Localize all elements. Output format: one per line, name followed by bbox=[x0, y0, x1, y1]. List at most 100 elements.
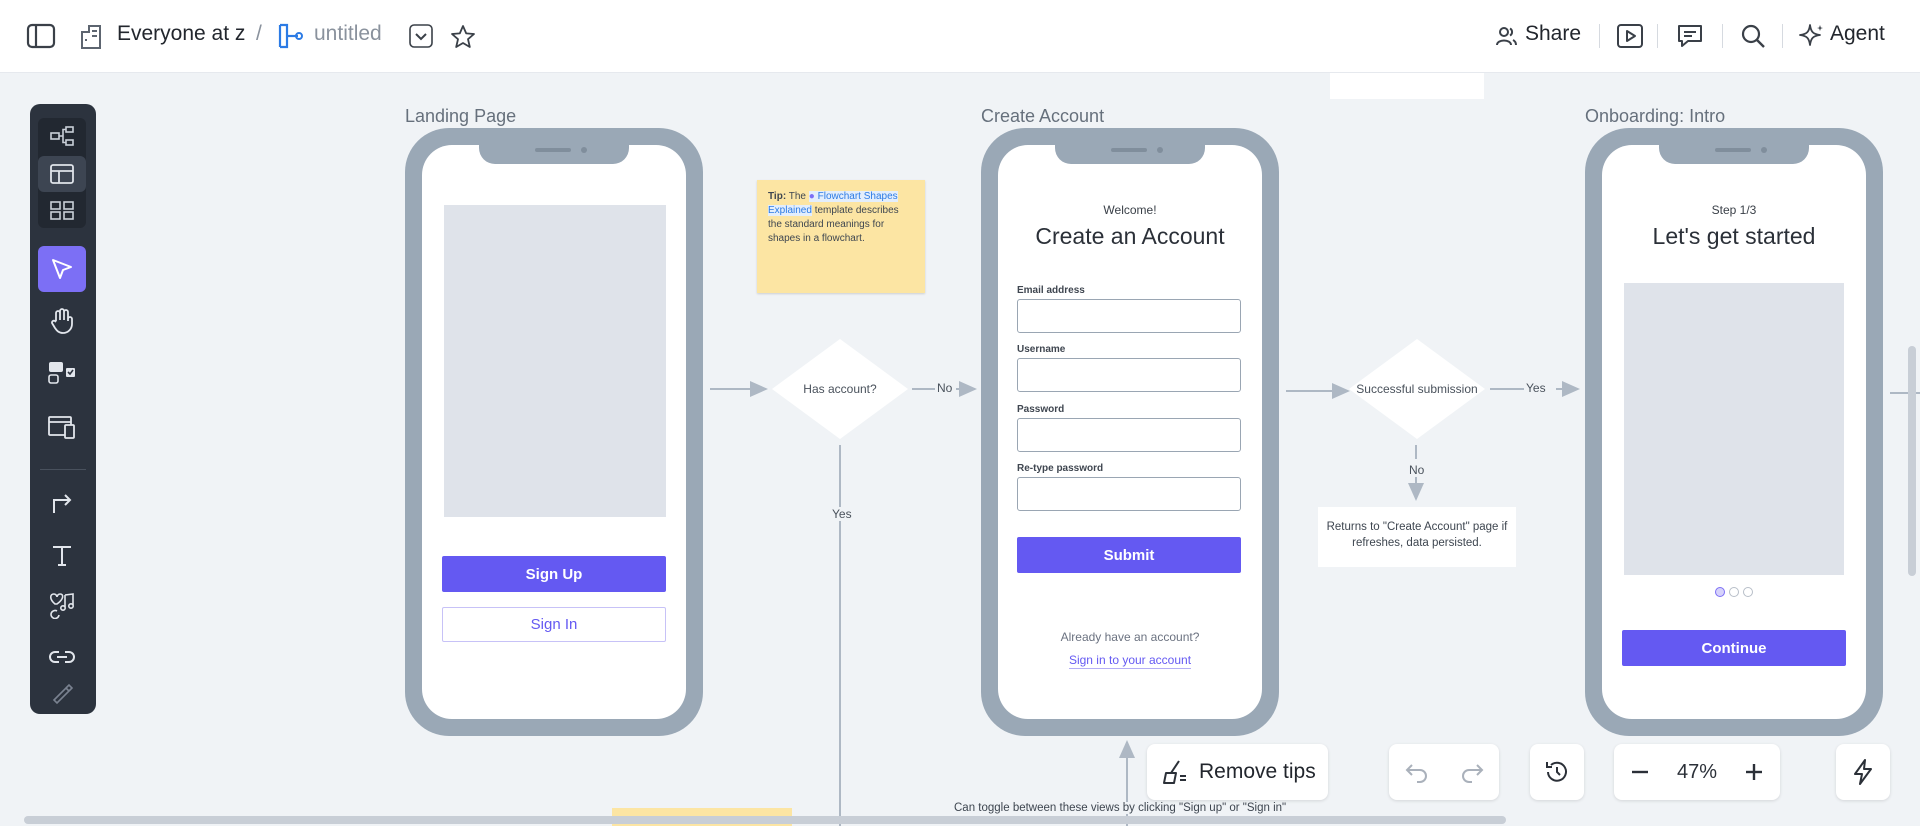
email-label: Email address bbox=[1017, 285, 1085, 296]
zoom-in-icon[interactable] bbox=[1728, 761, 1780, 783]
text-tool-icon[interactable] bbox=[38, 532, 86, 578]
connector-arrow-icon[interactable] bbox=[38, 480, 86, 526]
signin-link-wrap: Sign in to your account bbox=[998, 653, 1262, 669]
edge-label-no: No bbox=[1407, 463, 1427, 477]
zoom-level[interactable]: 47% bbox=[1666, 761, 1728, 784]
create-account-heading: Create an Account bbox=[1035, 223, 1225, 249]
select-pointer-icon[interactable] bbox=[38, 246, 86, 292]
share-button[interactable]: Share bbox=[1525, 22, 1581, 46]
signin-link[interactable]: Sign in to your account bbox=[1068, 653, 1192, 669]
document-flow-icon bbox=[276, 22, 304, 50]
phone-frame-onboarding[interactable]: Step 1/3 Let's get started Continue bbox=[1585, 128, 1883, 736]
workspace-name[interactable]: Everyone at z bbox=[117, 22, 245, 46]
remove-tips-label: Remove tips bbox=[1199, 760, 1316, 783]
document-title[interactable]: untitled bbox=[314, 22, 382, 46]
tip-sticky-note[interactable]: Tip: The ● Flowchart Shapes Explained te… bbox=[757, 180, 925, 293]
onboarding-image-placeholder bbox=[1624, 283, 1844, 575]
username-field[interactable] bbox=[1017, 358, 1241, 392]
continue-button[interactable]: Continue bbox=[1622, 630, 1846, 666]
edge-label-no: No bbox=[935, 381, 955, 395]
welcome-text: Welcome! bbox=[1103, 203, 1157, 217]
edge-label-yes: Yes bbox=[830, 507, 854, 521]
board-canvas[interactable]: Landing Page Sign Up Sign In Tip: The ● … bbox=[0, 73, 1920, 826]
pen-tool-icon[interactable] bbox=[38, 672, 86, 712]
agent-button[interactable]: Agent bbox=[1830, 22, 1885, 46]
phone-notch bbox=[1659, 128, 1809, 164]
top-bar: Everyone at z / untitled Share Agent bbox=[0, 0, 1920, 73]
diagram-view-icon[interactable] bbox=[38, 118, 86, 154]
frame-title-onboarding[interactable]: Onboarding: Intro bbox=[1585, 106, 1725, 127]
frame-title-landing[interactable]: Landing Page bbox=[405, 106, 516, 127]
toggle-caption: Can toggle between these views by clicki… bbox=[952, 802, 1289, 814]
phone-notch bbox=[479, 128, 629, 164]
undo-icon[interactable] bbox=[1389, 761, 1444, 783]
board-view-icon[interactable] bbox=[38, 192, 86, 228]
username-label: Username bbox=[1017, 344, 1066, 355]
canvas-view-icon[interactable] bbox=[38, 156, 86, 192]
pagination-dot-active[interactable] bbox=[1715, 587, 1725, 597]
offscreen-card bbox=[1330, 73, 1484, 99]
hand-pan-icon[interactable] bbox=[38, 298, 86, 344]
topbar-divider bbox=[1782, 24, 1783, 48]
lightning-actions-icon[interactable] bbox=[1836, 744, 1890, 800]
frames-device-icon[interactable] bbox=[38, 404, 86, 450]
retype-password-label: Re-type password bbox=[1017, 463, 1104, 474]
phone-screen: Step 1/3 Let's get started Continue bbox=[1602, 145, 1866, 719]
decision-successful-submission-text: Successful submission bbox=[1356, 381, 1478, 396]
already-have-account-text: Already have an account? bbox=[1060, 630, 1200, 644]
decision-has-account-text: Has account? bbox=[803, 381, 877, 396]
comments-icon[interactable] bbox=[1676, 22, 1704, 50]
chevron-down-icon[interactable] bbox=[409, 24, 433, 48]
password-field[interactable] bbox=[1017, 418, 1241, 452]
remove-tips-button[interactable]: Remove tips bbox=[1147, 744, 1328, 800]
topbar-divider bbox=[1657, 24, 1658, 48]
toolbar-divider bbox=[40, 469, 86, 470]
present-play-icon[interactable] bbox=[1616, 22, 1644, 50]
pagination-dot[interactable] bbox=[1743, 587, 1753, 597]
tip-bold-label: Tip: bbox=[768, 191, 787, 202]
undo-redo-group bbox=[1389, 744, 1499, 800]
workspace-building-icon bbox=[80, 22, 106, 50]
horizontal-scrollbar[interactable] bbox=[24, 816, 1506, 824]
history-icon[interactable] bbox=[1530, 744, 1584, 800]
components-shapes-icon[interactable] bbox=[38, 350, 86, 396]
phone-frame-create-account[interactable]: Welcome! Create an Account Email address… bbox=[981, 128, 1279, 736]
shapes-icon-library-icon[interactable] bbox=[38, 582, 86, 628]
decision-has-account[interactable]: Has account? bbox=[772, 339, 908, 439]
signup-button[interactable]: Sign Up bbox=[442, 556, 666, 592]
retype-password-field[interactable] bbox=[1017, 477, 1241, 511]
phone-screen: Sign Up Sign In bbox=[422, 145, 686, 719]
returns-note-box[interactable]: Returns to "Create Account" page if refr… bbox=[1318, 507, 1516, 567]
zoom-controls: 47% bbox=[1614, 744, 1780, 800]
email-field[interactable] bbox=[1017, 299, 1241, 333]
left-toolbar bbox=[30, 104, 96, 714]
share-people-icon[interactable] bbox=[1495, 24, 1519, 48]
topbar-divider bbox=[1722, 24, 1723, 48]
redo-icon[interactable] bbox=[1444, 761, 1499, 783]
submit-button[interactable]: Submit bbox=[1017, 537, 1241, 573]
hero-image-placeholder bbox=[444, 205, 666, 517]
broom-icon bbox=[1163, 760, 1186, 784]
tip-pre-text: The bbox=[788, 191, 806, 202]
agent-sparkle-icon[interactable] bbox=[1798, 23, 1826, 49]
sidebar-toggle-icon[interactable] bbox=[26, 22, 56, 50]
topbar-divider bbox=[1599, 24, 1600, 48]
step-indicator-text: Step 1/3 bbox=[1711, 203, 1757, 217]
phone-screen: Welcome! Create an Account Email address… bbox=[998, 145, 1262, 719]
password-label: Password bbox=[1017, 404, 1065, 415]
search-icon[interactable] bbox=[1740, 23, 1766, 49]
star-icon[interactable] bbox=[450, 24, 476, 50]
pagination-dot[interactable] bbox=[1729, 587, 1739, 597]
breadcrumb-separator: / bbox=[256, 22, 262, 45]
signin-button[interactable]: Sign In bbox=[442, 607, 666, 642]
edge-label-yes: Yes bbox=[1524, 381, 1548, 395]
vertical-scrollbar[interactable] bbox=[1908, 346, 1916, 576]
decision-successful-submission[interactable]: Successful submission bbox=[1349, 339, 1485, 439]
phone-notch bbox=[1055, 128, 1205, 164]
zoom-out-icon[interactable] bbox=[1614, 761, 1666, 783]
frame-title-create-account[interactable]: Create Account bbox=[981, 106, 1104, 127]
phone-frame-landing[interactable]: Sign Up Sign In bbox=[405, 128, 703, 736]
pagination-dots[interactable] bbox=[1715, 587, 1755, 599]
onboarding-heading: Let's get started bbox=[1652, 223, 1816, 249]
template-icon: ● bbox=[808, 191, 815, 202]
